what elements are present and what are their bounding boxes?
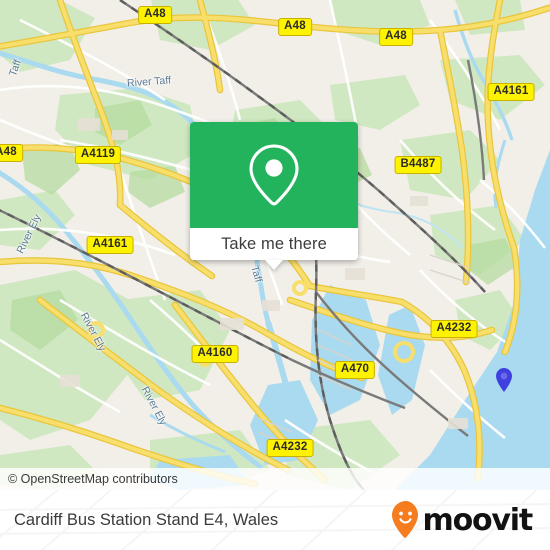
- road-shield: A48: [379, 28, 413, 46]
- road-shield: A4232: [430, 320, 478, 338]
- road-shield: A48: [278, 18, 312, 36]
- road-shield: A48: [0, 144, 23, 162]
- location-pin-icon: [249, 144, 299, 206]
- road-shield: A4119: [74, 146, 122, 164]
- road-shield: A4160: [191, 345, 239, 363]
- footer-bar: Cardiff Bus Station Stand E4, Wales moov…: [0, 490, 550, 550]
- take-me-there-label: Take me there: [221, 234, 327, 253]
- blue-poi-marker[interactable]: [496, 368, 512, 392]
- place-title: Cardiff Bus Station Stand E4, Wales: [14, 510, 279, 529]
- moovit-wordmark: moovit: [422, 502, 534, 538]
- road-shield: A4161: [487, 83, 535, 101]
- road-shield: A48: [138, 6, 172, 24]
- road-shield: B4487: [394, 156, 442, 174]
- moovit-pin-icon: [391, 501, 418, 538]
- road-shield: A470: [334, 361, 376, 379]
- road-shield: A4161: [86, 236, 134, 254]
- callout-pointer-tail: [265, 260, 283, 270]
- moovit-map-screenshot: A48 A48 A48 A4161 A4119 A48 B4487 A4161 …: [0, 0, 550, 550]
- callout-action-bar[interactable]: Take me there: [190, 228, 358, 260]
- road-shield: A4232: [266, 439, 314, 457]
- callout-icon-area: [190, 122, 358, 228]
- osm-attribution[interactable]: © OpenStreetMap contributors: [0, 468, 550, 490]
- moovit-logo[interactable]: moovit: [391, 490, 534, 550]
- take-me-there-callout[interactable]: Take me there: [190, 122, 358, 270]
